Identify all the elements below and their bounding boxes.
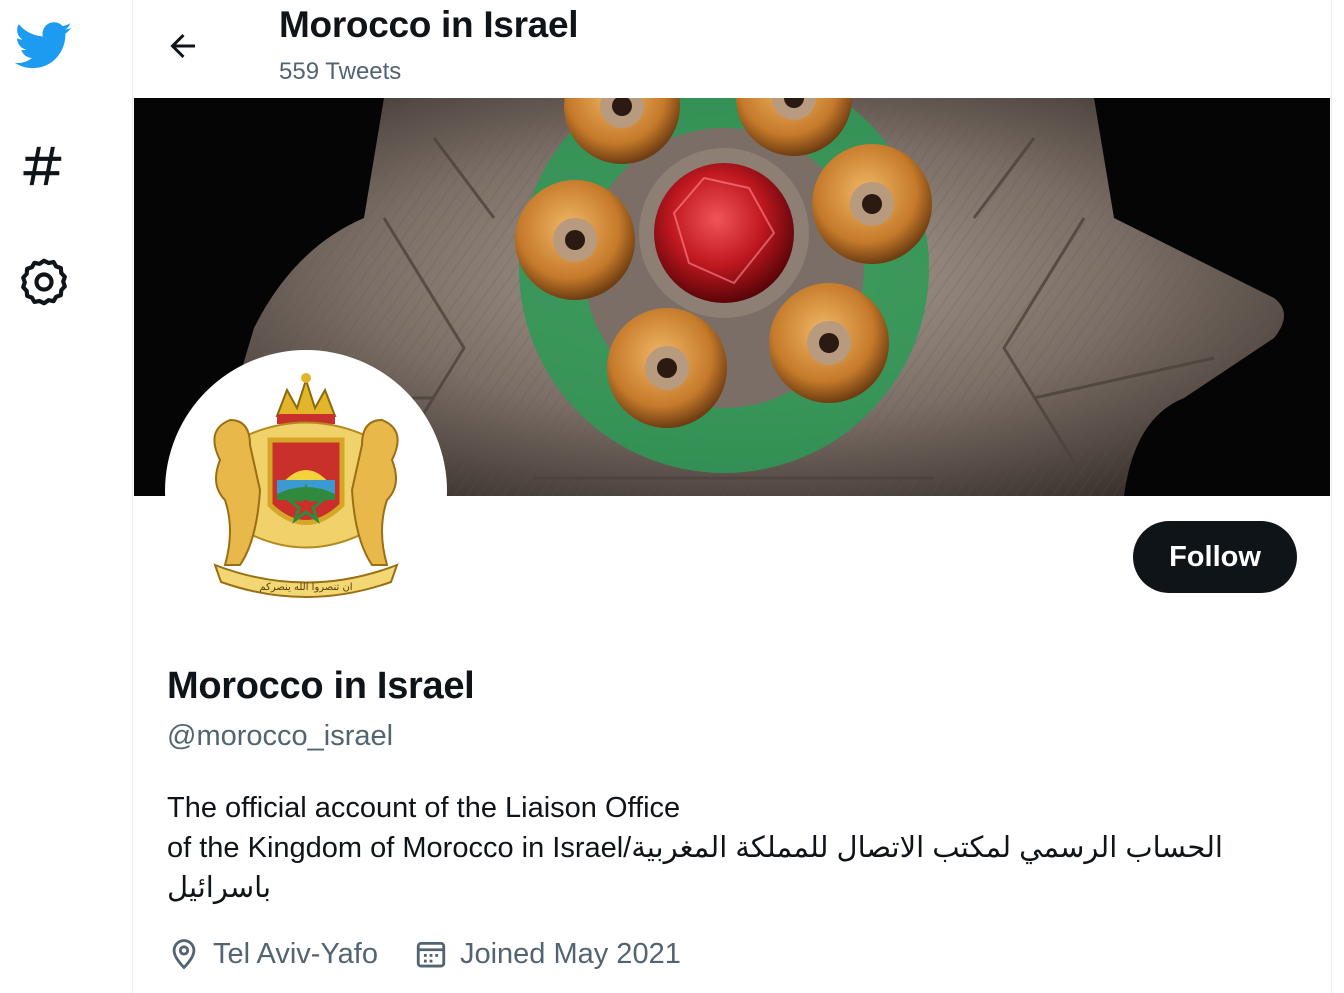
bio-line: The official account of the Liaison Offi… bbox=[167, 792, 681, 824]
avatar-motto: ان تنصروا الله ينصركم bbox=[259, 582, 352, 593]
profile-bio: The official account of the Liaison Offi… bbox=[167, 788, 1267, 908]
profile-name: Morocco in Israel bbox=[167, 665, 475, 707]
profile-avatar[interactable]: ان تنصروا الله ينصركم bbox=[165, 350, 447, 632]
coat-of-arms-image: ان تنصروا الله ينصركم bbox=[213, 373, 399, 598]
profile-column: Morocco in Israel 559 Tweets ان تنصروا ا… bbox=[132, 0, 1332, 993]
location-pin-icon bbox=[172, 939, 196, 970]
bio-line: باسرائيل bbox=[167, 872, 272, 904]
profile-handle: @morocco_israel bbox=[167, 720, 394, 752]
header-title: Morocco in Israel bbox=[279, 4, 579, 45]
twitter-bird-icon[interactable] bbox=[14, 16, 74, 76]
joined-text: Joined May 2021 bbox=[459, 937, 681, 970]
hashtag-icon[interactable] bbox=[14, 136, 74, 196]
bio-line: of the Kingdom of Morocco in Israel/الحس… bbox=[167, 832, 1223, 864]
tweet-count: 559 Tweets bbox=[279, 58, 402, 85]
profile-meta: Tel Aviv-Yafo Joined May 2021 bbox=[167, 932, 717, 976]
follow-button[interactable]: Follow bbox=[1133, 521, 1297, 593]
back-arrow-icon bbox=[170, 34, 195, 58]
back-button[interactable] bbox=[157, 20, 209, 72]
location-item: Tel Aviv-Yafo bbox=[167, 937, 378, 971]
gear-icon[interactable] bbox=[14, 252, 74, 312]
profile-header: Morocco in Israel 559 Tweets bbox=[133, 0, 1331, 98]
calendar-icon bbox=[416, 941, 446, 968]
joined-item: Joined May 2021 bbox=[414, 937, 681, 971]
location-text: Tel Aviv-Yafo bbox=[213, 937, 378, 970]
left-nav-rail bbox=[0, 0, 132, 993]
